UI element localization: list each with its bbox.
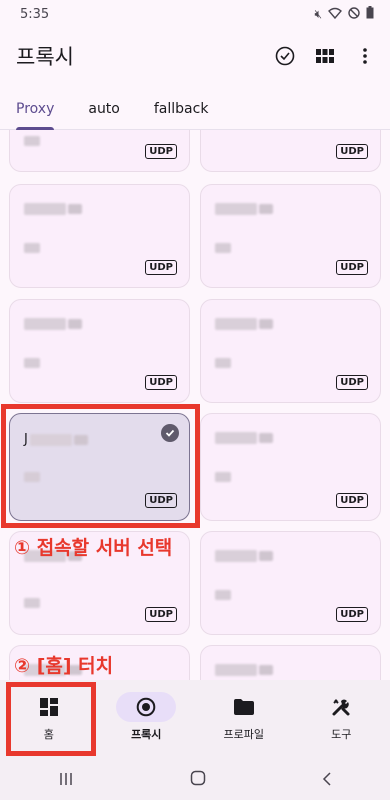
proxy-delay xyxy=(24,136,40,146)
proxy-card[interactable]: UDP xyxy=(200,130,381,172)
tab-fallback[interactable]: fallback xyxy=(154,101,209,129)
radio-button-icon xyxy=(116,692,177,722)
proxy-card[interactable] xyxy=(200,645,381,680)
udp-badge: UDP xyxy=(145,144,177,159)
status-bar: 5:35 🔇︎ xyxy=(0,0,390,28)
proxy-delay xyxy=(215,472,231,482)
udp-badge: UDP xyxy=(145,375,177,390)
annotation-step2: ② [홈] 터치 xyxy=(14,655,114,677)
proxy-name xyxy=(24,203,82,215)
proxy-grid: UDP UDP UDP UDP UDP UDP J UDP UDP UDP UD… xyxy=(0,130,390,680)
dnd-icon xyxy=(348,6,360,22)
proxy-name xyxy=(215,203,273,215)
proxy-delay xyxy=(24,472,40,482)
proxy-delay xyxy=(24,598,40,608)
proxy-card[interactable]: UDP xyxy=(200,531,381,635)
tab-auto[interactable]: auto xyxy=(88,101,120,129)
system-navigation-bar xyxy=(0,760,390,800)
udp-badge: UDP xyxy=(336,375,368,390)
udp-badge: UDP xyxy=(145,260,177,275)
back-icon[interactable] xyxy=(322,770,332,791)
proxy-name xyxy=(215,550,273,562)
proxy-delay xyxy=(215,243,231,253)
nav-proxy-label: 프록시 xyxy=(131,728,162,741)
proxy-name xyxy=(215,318,273,330)
more-vert-icon[interactable] xyxy=(354,45,376,67)
status-icons: 🔇︎ xyxy=(314,6,374,22)
recents-icon[interactable] xyxy=(58,770,74,791)
app-bar: 프록시 xyxy=(0,28,390,84)
udp-badge: UDP xyxy=(145,607,177,622)
proxy-name-prefix: J xyxy=(24,432,28,447)
proxy-delay xyxy=(24,358,40,368)
proxy-card-selected[interactable]: J UDP xyxy=(9,413,190,521)
wifi-icon xyxy=(328,7,342,22)
udp-badge: UDP xyxy=(145,493,177,508)
proxy-delay xyxy=(24,243,40,253)
udp-badge: UDP xyxy=(336,144,368,159)
tab-proxy[interactable]: Proxy xyxy=(16,101,55,130)
proxy-card[interactable]: UDP xyxy=(200,413,381,521)
udp-badge: UDP xyxy=(336,607,368,622)
folder-icon xyxy=(214,692,274,722)
app-bar-actions xyxy=(274,45,376,67)
proxy-card[interactable]: UDP xyxy=(200,299,381,403)
bottom-navigation: 홈 프록시 프로파일 도구 xyxy=(0,680,390,760)
proxy-card[interactable]: UDP xyxy=(9,130,190,172)
nav-home-label: 홈 xyxy=(43,728,54,741)
proxy-card[interactable]: UDP xyxy=(200,184,381,288)
udp-badge: UDP xyxy=(336,260,368,275)
battery-icon xyxy=(366,6,374,22)
proxy-card[interactable]: UDP xyxy=(9,299,190,403)
selected-check-icon xyxy=(161,424,179,442)
home-system-icon[interactable] xyxy=(190,770,206,791)
dashboard-icon xyxy=(19,692,79,722)
mute-icon: 🔇︎ xyxy=(314,6,322,21)
nav-tools-label: 도구 xyxy=(331,728,352,741)
proxy-delay xyxy=(215,590,231,600)
proxy-name: J xyxy=(24,432,88,447)
status-time: 5:35 xyxy=(20,6,50,22)
tools-icon xyxy=(311,692,371,722)
page-title: 프록시 xyxy=(16,45,74,69)
proxy-name xyxy=(215,664,273,676)
nav-profile-label: 프로파일 xyxy=(223,728,264,741)
annotation-step1: ① 접속할 서버 선택 xyxy=(14,537,173,559)
nav-profile[interactable]: 프로파일 xyxy=(195,680,293,760)
grid-view-icon[interactable] xyxy=(314,45,336,67)
udp-badge: UDP xyxy=(336,493,368,508)
nav-tools[interactable]: 도구 xyxy=(293,680,390,760)
proxy-delay xyxy=(215,358,231,368)
check-circle-icon[interactable] xyxy=(274,45,296,67)
proxy-name xyxy=(215,432,273,444)
proxy-group-tabs: Proxy auto fallback xyxy=(0,88,390,130)
nav-proxy[interactable]: 프록시 xyxy=(98,680,196,760)
proxy-card[interactable]: UDP xyxy=(9,184,190,288)
proxy-name xyxy=(24,318,82,330)
nav-home[interactable]: 홈 xyxy=(0,680,98,760)
